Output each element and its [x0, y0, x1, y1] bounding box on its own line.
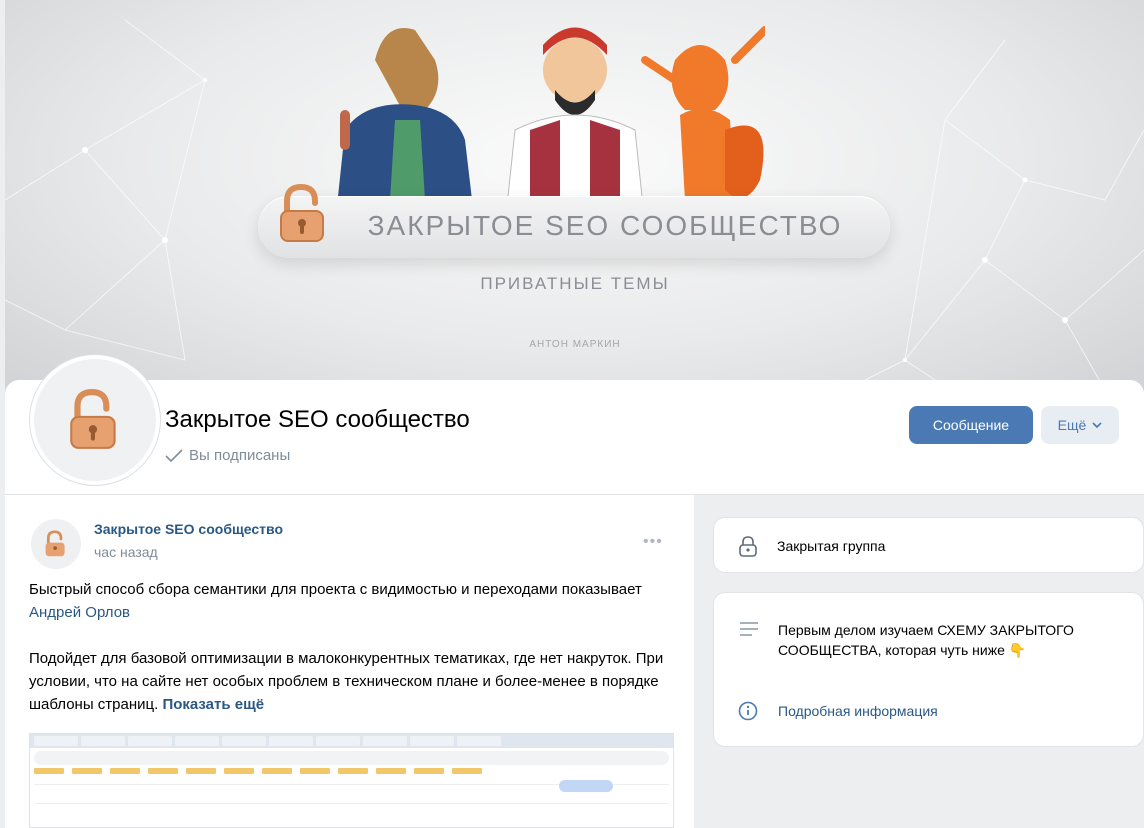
cover-subtitle: ПРИВАТНЫЕ ТЕМЫ: [480, 274, 670, 293]
lock-open-icon: [280, 183, 324, 242]
mention-link[interactable]: Андрей Орлов: [29, 604, 130, 621]
cover-title: ЗАКРЫТОЕ SEO СООБЩЕСТВО: [367, 210, 843, 241]
post-text-line: Быстрый способ сбора семантики для проек…: [29, 581, 642, 598]
group-cover: ЗАКРЫТОЕ SEO СООБЩЕСТВО ПРИВАТНЫЕ ТЕМЫ А…: [5, 0, 1144, 400]
group-avatar[interactable]: [30, 355, 160, 485]
cover-author: АНТОН МАРКИН: [529, 339, 621, 350]
group-type-label: Закрытая группа: [777, 538, 886, 554]
group-description: Первым делом изучаем СХЕМУ ЗАКРЫТОГО СОО…: [778, 622, 1074, 658]
post-timestamp[interactable]: час назад: [94, 544, 158, 560]
more-button-label: Ещё: [1057, 417, 1087, 433]
group-description-card: Первым делом изучаем СХЕМУ ЗАКРЫТОГО СОО…: [713, 592, 1144, 747]
description-icon: [740, 622, 758, 636]
screenshot-url-bar: [34, 751, 669, 765]
lock-open-icon: [45, 530, 65, 557]
info-icon: [738, 701, 758, 721]
group-type-card: Закрытая группа: [713, 517, 1144, 573]
group-header: Закрытое SEO сообщество Вы подписаны Соо…: [5, 355, 1144, 495]
post-menu-icon[interactable]: •••: [643, 533, 663, 551]
post-author-avatar[interactable]: [31, 519, 81, 569]
wall-post: Закрытое SEO сообщество час назад ••• Бы…: [5, 495, 694, 828]
subscription-status[interactable]: Вы подписаны: [165, 447, 290, 464]
group-title: Закрытое SEO сообщество: [165, 406, 470, 433]
lock-open-icon: [70, 389, 116, 449]
screenshot-browser-tabs: [30, 734, 673, 748]
subscription-label: Вы подписаны: [189, 447, 291, 464]
post-text: Быстрый способ сбора семантики для проек…: [29, 578, 674, 739]
screenshot-share-button: [559, 780, 613, 792]
screenshot-bookmarks: [34, 768, 669, 778]
post-attached-screenshot[interactable]: [29, 733, 674, 828]
characters-illustration: [335, 26, 765, 225]
lock-icon: [739, 536, 757, 557]
checkmark-icon: [165, 448, 183, 462]
show-more-link[interactable]: Показать ещё: [162, 696, 264, 713]
chevron-down-icon: [1092, 422, 1102, 428]
more-button[interactable]: Ещё: [1041, 406, 1119, 444]
post-author-name[interactable]: Закрытое SEO сообщество: [94, 521, 283, 537]
more-info-link[interactable]: Подробная информация: [778, 703, 938, 719]
message-button[interactable]: Сообщение: [909, 406, 1033, 444]
post-text-line: Подойдет для базовой оптимизации в малок…: [29, 650, 664, 713]
